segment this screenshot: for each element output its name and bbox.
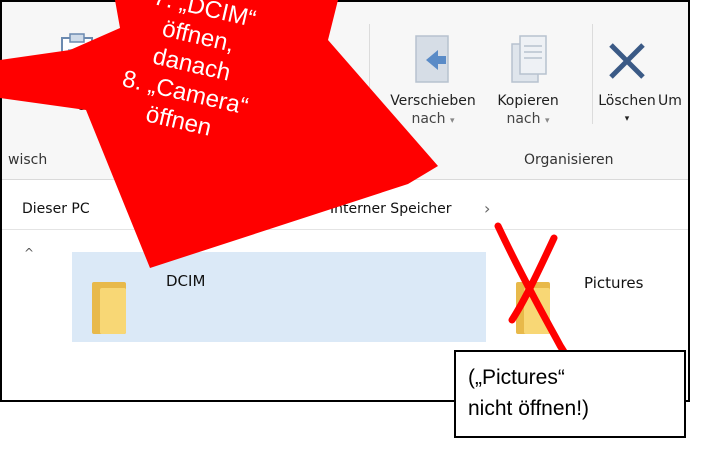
note-line: nicht öffnen!) (468, 397, 590, 420)
warning-note: („Pictures“ nicht öffnen!) (454, 350, 686, 438)
organize-group-label: Organisieren (524, 152, 614, 168)
clipboard-group-label: wisch (8, 152, 48, 168)
rename-button-label[interactable]: Um (658, 92, 682, 110)
delete-icon (606, 40, 648, 82)
address-bar[interactable]: Dieser PC Interner Speicher › (2, 189, 688, 230)
paste-shortcut-button-label[interactable]: ugen (318, 114, 353, 132)
copy-to-sublabel: nach (506, 111, 541, 127)
move-to-label: Verschieben (390, 93, 476, 109)
copy-to-icon (508, 34, 548, 86)
move-to-button[interactable]: Verschieben nach ▾ (378, 30, 488, 140)
ribbon-separator (369, 24, 370, 174)
copy-to-label: Kopieren (497, 93, 559, 109)
folder-item-dcim[interactable]: DCIM (72, 252, 486, 342)
note-line: („Pictures“ (468, 366, 565, 389)
delete-button[interactable]: Löschen ▾ (596, 30, 658, 140)
delete-label: Löschen (598, 93, 656, 109)
move-to-sublabel: nach (411, 111, 446, 127)
folder-item-pictures[interactable]: Pictures (496, 252, 686, 342)
copy-to-button[interactable]: Kopieren nach ▾ (490, 30, 566, 140)
move-to-dropdown-icon: ▾ (449, 116, 455, 126)
delete-dropdown-icon: ▾ (624, 114, 630, 124)
breadcrumb-this-pc[interactable]: Dieser PC (22, 201, 90, 217)
folder-label: Pictures (584, 274, 644, 292)
folder-label: DCIM (166, 272, 206, 290)
breadcrumb-internal-storage[interactable]: Interner Speicher (330, 201, 452, 217)
scroll-up-icon[interactable]: ^ (24, 246, 34, 260)
ribbon-separator (592, 24, 593, 124)
copy-to-dropdown-icon: ▾ (544, 116, 550, 126)
folder-icon (92, 282, 126, 334)
breadcrumb-chevron-icon[interactable]: › (484, 199, 490, 218)
folder-icon (516, 282, 550, 334)
move-to-icon (412, 34, 452, 86)
